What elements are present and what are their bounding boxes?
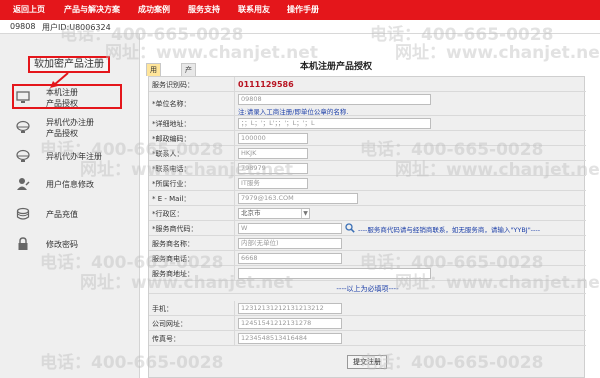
nav-manual[interactable]: 操作手册 xyxy=(287,0,319,20)
field-label: 传真号： xyxy=(152,335,180,343)
sidebar-item-label: 产品授权 xyxy=(46,129,78,138)
field-label: 服务商名称： xyxy=(152,240,194,248)
field-label: *行政区： xyxy=(152,210,184,218)
user-edit-icon xyxy=(17,178,30,190)
form-row: 服务识别码： 0111129586 xyxy=(149,77,586,92)
field-label: *单位名称： xyxy=(152,100,191,108)
field-label: 服务商地址： xyxy=(152,270,194,278)
field-label: * E - Mail： xyxy=(152,195,191,203)
form-row: *服务商代码： W ----服务商代码请与经销商联系，如无服务商，请输入"YYB… xyxy=(149,221,586,236)
field-label: *所属行业： xyxy=(152,180,191,188)
page-title: 本机注册产品授权 xyxy=(300,62,373,72)
region-select[interactable]: 北京市 xyxy=(238,208,310,219)
form-row: 公司网址： 12451541212131278 xyxy=(149,316,586,331)
provider-code-input[interactable]: W xyxy=(238,223,342,234)
sidebar-item-label: 本机注册 xyxy=(46,88,78,97)
service-code-value: 0111129586 xyxy=(238,80,294,89)
monitor-icon xyxy=(16,91,30,103)
top-nav: 返回上页 产品与解决方案 成功案例 服务支持 联系用友 操作手册 xyxy=(0,0,600,20)
field-label: 公司网址： xyxy=(152,320,187,328)
tab-product-info[interactable]: 产品信息 xyxy=(181,63,196,110)
sidebar-item-remote-register[interactable]: 异机代办注册 产品授权 xyxy=(8,116,136,140)
sidebar-item-recharge[interactable]: 产品充值 xyxy=(8,204,136,224)
form-row: 传真号： 1234548513416484 xyxy=(149,331,586,346)
coins-icon xyxy=(16,207,30,220)
lock-icon xyxy=(18,237,28,250)
sidebar-item-label: 异机代办年注册 xyxy=(46,152,102,161)
required-note: ----以上为必填项---- xyxy=(336,285,399,293)
sidebar-item-remote-annual[interactable]: 异机代办年注册 xyxy=(8,146,136,166)
form-row: *单位名称： 09808 注:请录入工商注册/即单位公章的名称. xyxy=(149,92,586,116)
industry-input[interactable]: IT服务 xyxy=(238,178,308,189)
sidebar-item-change-password[interactable]: 修改密码 xyxy=(8,234,136,254)
nav-cases[interactable]: 成功案例 xyxy=(138,0,170,20)
sidebar-item-label: 修改密码 xyxy=(46,240,78,249)
provider-code-hint: ----服务商代码请与经销商联系，如无服务商，请输入"YYBJ"---- xyxy=(358,226,541,234)
form-row: 服务商电话： 6668 xyxy=(149,251,586,266)
tab-user-info[interactable]: 用户信息 xyxy=(146,63,161,110)
sidebar-item-label: 产品充值 xyxy=(46,210,78,219)
website-input[interactable]: 12451541212131278 xyxy=(238,318,342,329)
user-info-bar: 09808 用户ID:U8006324 xyxy=(0,20,600,34)
provider-phone-input: 6668 xyxy=(238,253,342,264)
user-id: 用户ID:U8006324 xyxy=(42,23,111,32)
nav-back[interactable]: 返回上页 xyxy=(13,0,45,20)
provider-address-input xyxy=(238,268,431,279)
field-label: *联系人： xyxy=(152,150,184,158)
form-row: *行政区： 北京市 ▼ xyxy=(149,206,586,221)
field-label: *邮政编码： xyxy=(152,135,191,143)
form-row: 手机： 12312131212131213212 xyxy=(149,301,586,316)
field-label: 手机： xyxy=(152,305,173,313)
sidebar-item-label: 产品授权 xyxy=(46,99,78,108)
field-label: *详细地址： xyxy=(152,120,191,128)
sidebar-item-user-info[interactable]: 用户信息修改 xyxy=(8,174,136,194)
form-row: *详细地址： ；；L；'；L'；；'；L；'；L xyxy=(149,116,586,131)
form-row: 服务商地址： xyxy=(149,266,586,281)
mobile-input[interactable]: 12312131212131213212 xyxy=(238,303,342,314)
field-label: 服务识别码： xyxy=(152,81,194,89)
email-input[interactable]: 7979@163.COM xyxy=(238,193,358,204)
nav-contact[interactable]: 联系用友 xyxy=(238,0,270,20)
contact-input[interactable]: HKJK xyxy=(238,148,308,159)
form-row: *联系电话： 798979 xyxy=(149,161,586,176)
sidebar: 软加密产品注册 本机注册 产品授权 异机代办注册 产品授权 异机代办年注册 用户… xyxy=(0,34,140,378)
unit-name-input[interactable]: 09808 xyxy=(238,94,431,105)
form-row: 服务商名称： 内部(无单位) xyxy=(149,236,586,251)
phone-input[interactable]: 798979 xyxy=(238,163,308,174)
chevron-down-icon[interactable]: ▼ xyxy=(301,209,309,218)
remote-monitor-icon xyxy=(16,120,30,133)
field-label: *联系电话： xyxy=(152,165,191,173)
watermark-site: 网址：www.chanjet.net xyxy=(395,43,600,63)
field-label: 服务商电话： xyxy=(152,255,194,263)
form-row: *联系人： HKJK xyxy=(149,146,586,161)
form-row: ----以上为必填项---- xyxy=(149,281,586,294)
sidebar-title: 软加密产品注册 xyxy=(28,56,110,73)
remote-annual-icon xyxy=(16,149,30,162)
account-code: 09808 xyxy=(10,22,36,31)
unit-name-hint: 注:请录入工商注册/即单位公章的名称. xyxy=(238,108,349,116)
form-row: *邮政编码： 100000 xyxy=(149,131,586,146)
field-label: *服务商代码： xyxy=(152,225,198,233)
sidebar-item-label: 用户信息修改 xyxy=(46,180,94,189)
address-input[interactable]: ；；L；'；L'；；'；L；'；L xyxy=(238,118,431,129)
registration-form: 服务识别码： 0111129586 *单位名称： 09808 注:请录入工商注册… xyxy=(148,76,586,378)
search-icon[interactable] xyxy=(345,223,355,233)
sidebar-item-local-register[interactable]: 本机注册 产品授权 xyxy=(8,86,136,110)
fax-input[interactable]: 1234548513416484 xyxy=(238,333,342,344)
provider-name-input: 内部(无单位) xyxy=(238,238,342,249)
nav-support[interactable]: 服务支持 xyxy=(188,0,220,20)
submit-register-button[interactable]: 提交注册 xyxy=(347,355,387,369)
sidebar-item-label: 异机代办注册 xyxy=(46,118,94,127)
form-row: *所属行业： IT服务 xyxy=(149,176,586,191)
postcode-input[interactable]: 100000 xyxy=(238,133,308,144)
form-row: * E - Mail： 7979@163.COM xyxy=(149,191,586,206)
nav-products[interactable]: 产品与解决方案 xyxy=(64,0,120,20)
